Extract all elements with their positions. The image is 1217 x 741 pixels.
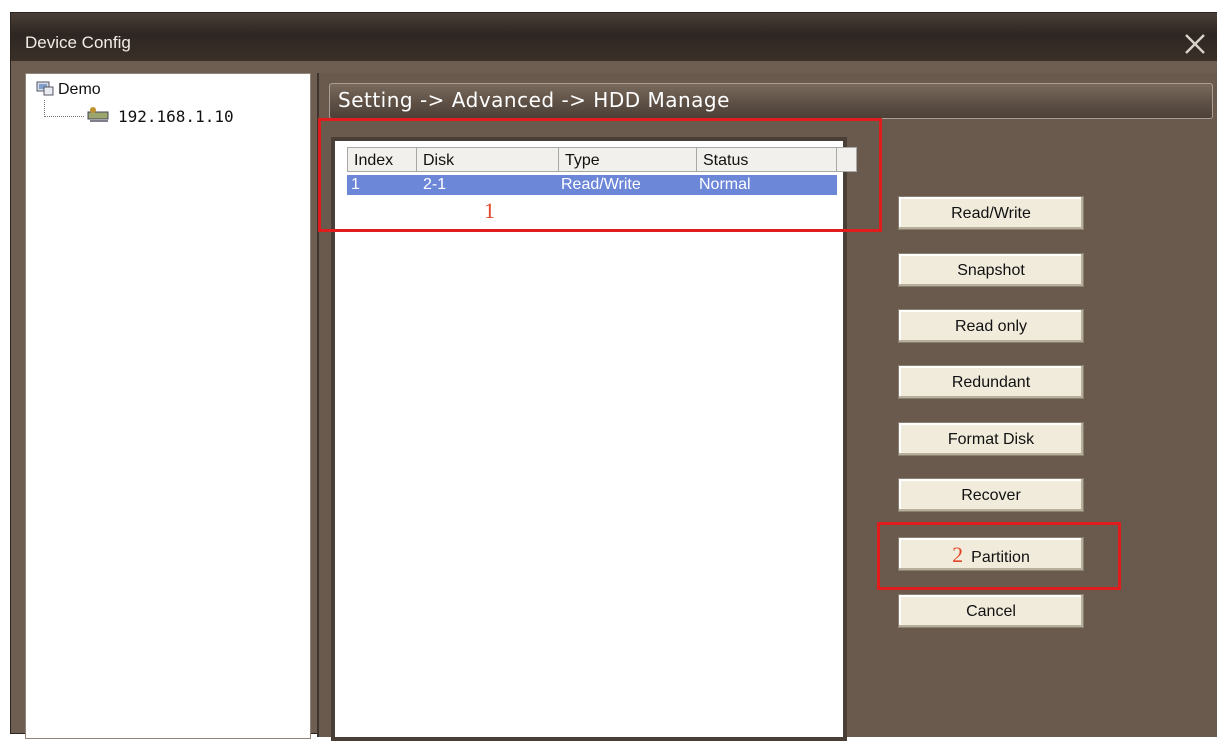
format-disk-button[interactable]: Format Disk bbox=[898, 422, 1084, 456]
window-title: Device Config bbox=[25, 33, 131, 52]
network-device-icon bbox=[86, 105, 112, 128]
read-write-button[interactable]: Read/Write bbox=[898, 196, 1084, 230]
recover-button[interactable]: Recover bbox=[898, 478, 1084, 512]
read-only-button[interactable]: Read only bbox=[898, 309, 1084, 343]
snapshot-button[interactable]: Snapshot bbox=[898, 253, 1084, 287]
title-bar[interactable]: Device Config bbox=[11, 13, 1217, 61]
page-title: Setting -> Advanced -> HDD Manage bbox=[338, 88, 730, 112]
redundant-button[interactable]: Redundant bbox=[898, 365, 1084, 399]
tree-item-demo[interactable]: Demo bbox=[36, 78, 101, 102]
section-header: Setting -> Advanced -> HDD Manage bbox=[329, 83, 1213, 119]
tree-item-device[interactable]: 192.168.1.10 bbox=[86, 104, 234, 128]
tree-root-label: Demo bbox=[58, 81, 101, 98]
cancel-button[interactable]: Cancel bbox=[898, 594, 1084, 628]
step-1-number: 1 bbox=[484, 198, 495, 223]
tree-connector bbox=[44, 116, 84, 117]
annotation-box-disk-list bbox=[318, 118, 882, 232]
close-icon[interactable] bbox=[1178, 27, 1212, 61]
tree-child-label: 192.168.1.10 bbox=[118, 106, 234, 126]
device-tree: Demo 192.168.1.10 bbox=[25, 73, 311, 739]
tree-connector bbox=[44, 100, 45, 117]
device-group-icon bbox=[36, 79, 54, 102]
annotation-box-partition bbox=[877, 522, 1121, 590]
